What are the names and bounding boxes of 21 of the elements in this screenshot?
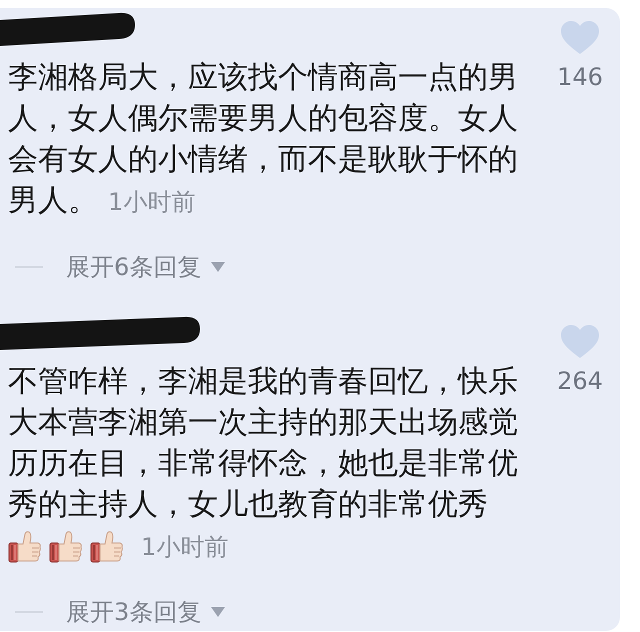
thumbs-up-icon	[90, 530, 124, 563]
comment-text: 不管咋样，李湘是我的青春回忆，快乐	[8, 363, 518, 401]
caret-icon	[211, 607, 226, 617]
expand-replies-link[interactable]: 展开6条回复	[66, 252, 226, 282]
thumbs-up-icon	[8, 530, 42, 563]
comment-text: 人，女人偶尔需要男人的包容度。女人	[8, 100, 518, 138]
caret-icon	[211, 262, 226, 272]
heart-icon[interactable]	[560, 325, 600, 359]
like-count: 264	[557, 366, 603, 397]
comment-text: 大本营李湘第一次主持的那天出场感觉	[8, 404, 518, 442]
timestamp: 1小时前	[108, 188, 196, 216]
expand-replies-link[interactable]: 展开3条回复	[66, 597, 226, 627]
thumbs-up-icon	[49, 530, 83, 563]
comment-text: 李湘格局大，应该找个情商高一点的男	[8, 59, 518, 97]
comment-text: 历历在目，非常得怀念，她也是非常优	[8, 445, 518, 483]
comment-text: 男人。	[8, 183, 98, 218]
heart-icon[interactable]	[560, 21, 600, 55]
comment-text: 会有女人的小情绪，而不是耿耿于怀的	[8, 141, 518, 179]
comment-text: 秀的主持人，女儿也教育的非常优秀	[8, 487, 488, 522]
timestamp: 1小时前	[141, 533, 228, 561]
like-count: 146	[557, 62, 603, 93]
